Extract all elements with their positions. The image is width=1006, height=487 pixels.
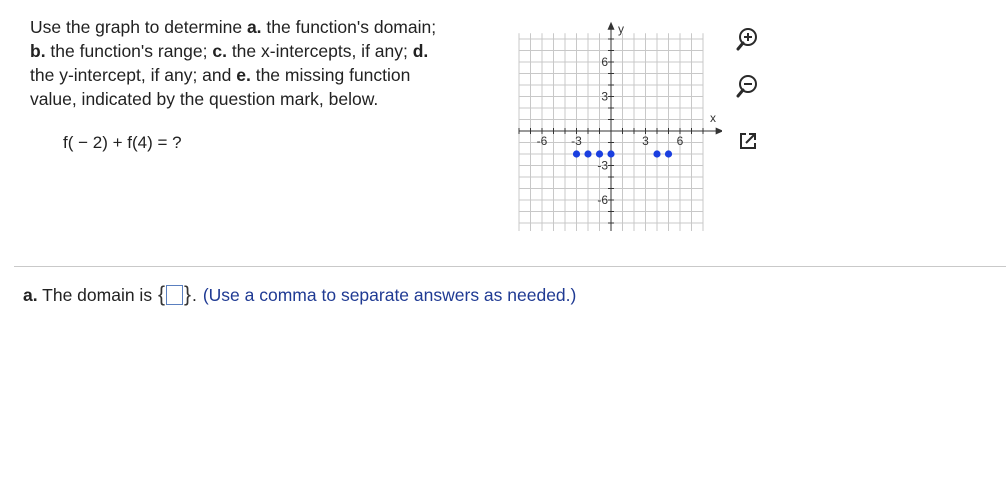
graph-point bbox=[664, 150, 673, 158]
y-axis-arrow bbox=[607, 21, 615, 30]
x-axis-label: x bbox=[710, 111, 716, 125]
x-axis-arrow bbox=[715, 127, 722, 135]
zoom-out-icon bbox=[736, 75, 757, 98]
close-brace: } bbox=[183, 283, 191, 306]
zoom-out-button[interactable] bbox=[731, 69, 765, 103]
zoom-in-button[interactable] bbox=[731, 22, 765, 56]
question-line-2: b. the function's range; c. the x-interc… bbox=[30, 41, 429, 61]
expand-icon bbox=[740, 133, 756, 149]
y-tick-label: -6 bbox=[597, 193, 608, 207]
graph-point bbox=[595, 150, 604, 158]
x-tick-label: 6 bbox=[677, 134, 684, 148]
graph-point bbox=[572, 150, 581, 158]
x-tick-label: -6 bbox=[537, 134, 548, 148]
y-tick-label: -3 bbox=[597, 159, 608, 173]
x-tick-label: -3 bbox=[571, 134, 582, 148]
question-text: Use the graph to determine a. the functi… bbox=[30, 15, 500, 111]
graph-point bbox=[653, 150, 661, 158]
answer-hint: (Use a comma to separate answers as need… bbox=[202, 284, 577, 305]
answer-row-a: a. The domain is { } . (Use a comma to s… bbox=[23, 283, 577, 306]
function-graph[interactable]: -6 -3 3 6 6 3 -3 -6 x y bbox=[512, 18, 722, 236]
zoom-in-icon bbox=[736, 28, 757, 51]
section-divider bbox=[14, 266, 1006, 267]
question-line-1: Use the graph to determine a. the functi… bbox=[30, 17, 437, 37]
x-tick-label: 3 bbox=[642, 134, 649, 148]
domain-answer-input[interactable] bbox=[165, 285, 183, 305]
expand-graph-button[interactable] bbox=[731, 124, 765, 158]
graph-point bbox=[607, 150, 615, 158]
function-expression: f( − 2) + f(4) = ? bbox=[63, 133, 182, 152]
graph-point bbox=[584, 150, 592, 158]
y-axis-label: y bbox=[618, 22, 624, 36]
open-brace: { bbox=[157, 283, 165, 306]
y-tick-label: 3 bbox=[601, 90, 608, 104]
y-tick-label: 6 bbox=[601, 55, 608, 69]
question-line-4: value, indicated by the question mark, b… bbox=[30, 89, 379, 109]
question-line-3: the y-intercept, if any; and e. the miss… bbox=[30, 65, 411, 85]
